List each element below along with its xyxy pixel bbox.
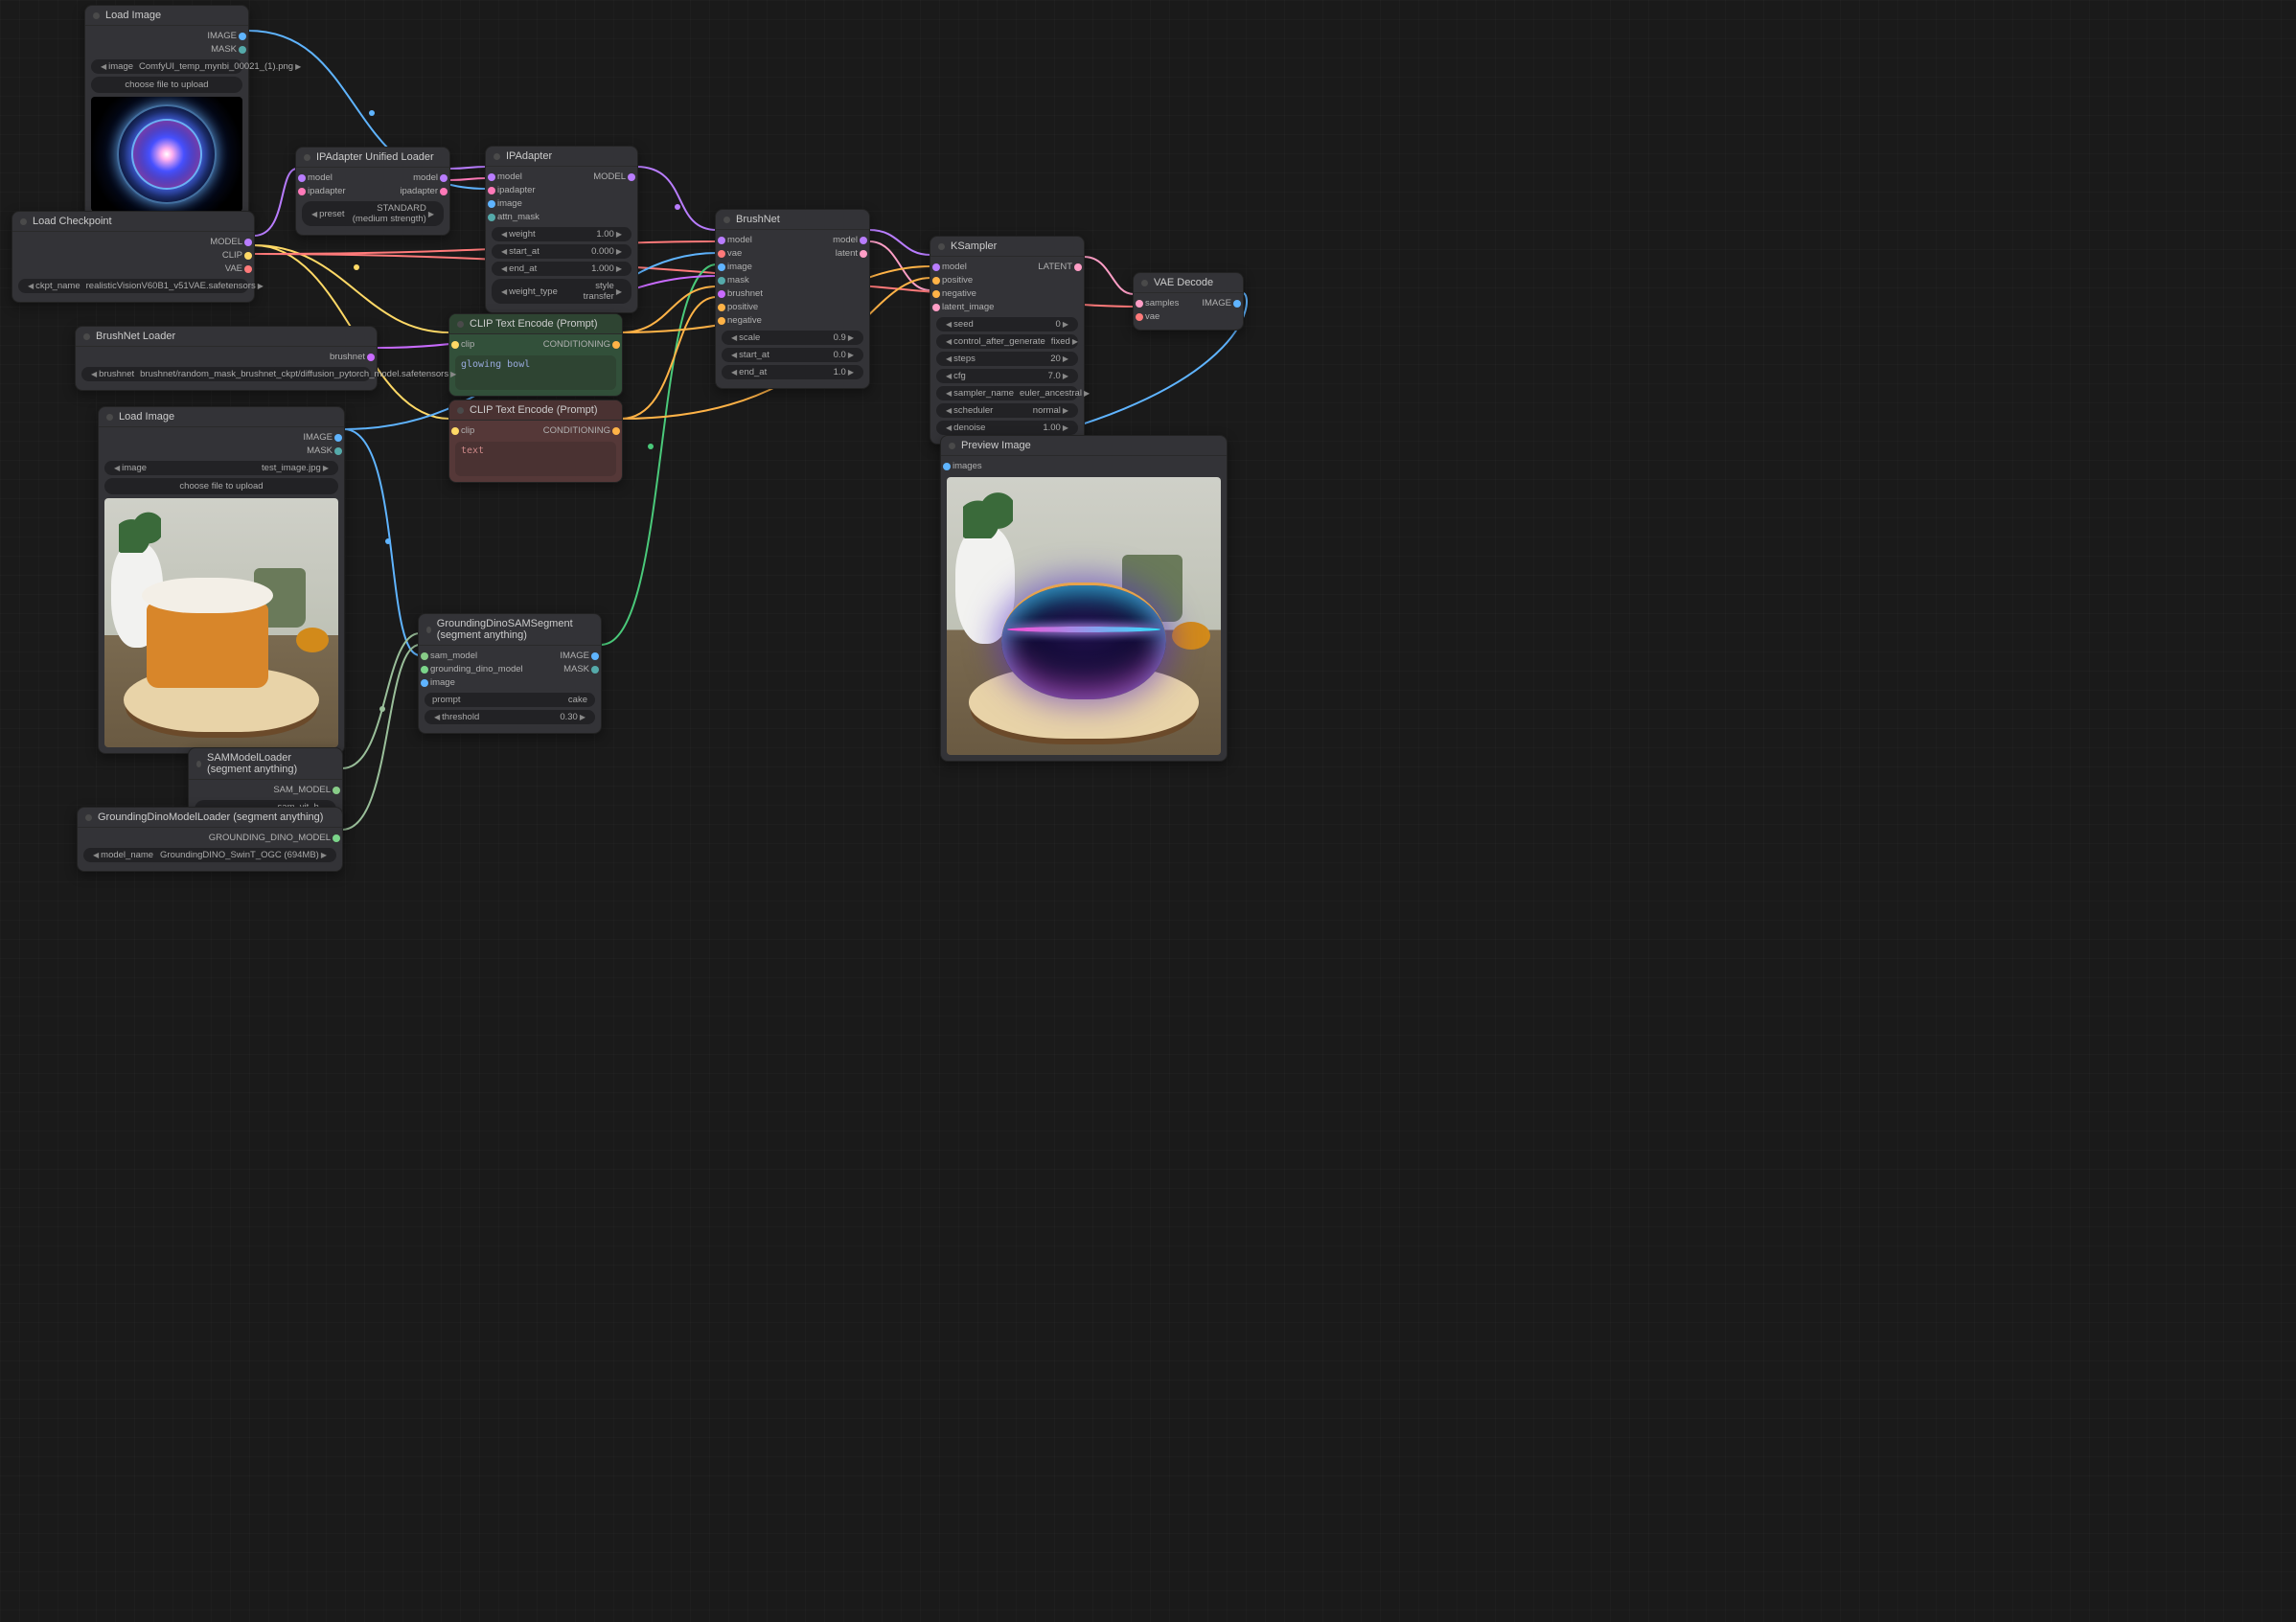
input-sam-model: sam_model <box>425 650 477 663</box>
node-title[interactable]: SAMModelLoader (segment anything) <box>189 748 342 780</box>
end-at-widget[interactable]: ◀end_at1.0▶ <box>722 365 863 379</box>
output-grounding-dino-model: GROUNDING_DINO_MODEL <box>209 832 336 845</box>
output-image: IMAGE <box>1202 297 1237 310</box>
cfg-widget[interactable]: ◀cfg7.0▶ <box>936 369 1078 383</box>
model-name-selector[interactable]: ◀model_nameGroundingDINO_SwinT_OGC (694M… <box>83 848 336 862</box>
node-vae-decode[interactable]: VAE Decode samplesIMAGE vae <box>1133 272 1244 331</box>
input-images: images <box>947 460 982 473</box>
chevron-left-icon[interactable]: ◀ <box>310 210 319 218</box>
input-mask: mask <box>722 274 749 287</box>
node-title[interactable]: BrushNet <box>716 210 869 230</box>
node-brushnet-loader[interactable]: BrushNet Loader brushnet ◀brushnetbrushn… <box>75 326 378 391</box>
weight-type-widget[interactable]: ◀weight_typestyle transfer▶ <box>492 279 631 304</box>
image-selector[interactable]: ◀imageComfyUI_temp_mynbi_00021_(1).png▶ <box>91 59 242 74</box>
input-positive: positive <box>936 274 973 287</box>
control-after-generate-widget[interactable]: ◀control_after_generatefixed▶ <box>936 334 1078 349</box>
prompt-textarea[interactable]: glowing bowl <box>455 355 616 390</box>
output-sam-model: SAM_MODEL <box>273 784 336 797</box>
denoise-widget[interactable]: ◀denoise1.00▶ <box>936 421 1078 435</box>
node-title[interactable]: KSampler <box>930 237 1084 257</box>
prompt-textarea[interactable]: text <box>455 442 616 476</box>
input-positive: positive <box>722 301 758 314</box>
prompt-widget[interactable]: promptcake <box>425 693 595 707</box>
input-model: model <box>302 171 333 185</box>
threshold-widget[interactable]: ◀threshold0.30▶ <box>425 710 595 724</box>
input-model: model <box>722 234 752 247</box>
output-model: MODEL <box>593 171 631 184</box>
chevron-right-icon[interactable]: ▶ <box>293 62 303 71</box>
brushnet-selector[interactable]: ◀brushnetbrushnet/random_mask_brushnet_c… <box>81 367 371 381</box>
chevron-left-icon[interactable]: ◀ <box>26 282 35 290</box>
sampler-name-widget[interactable]: ◀sampler_nameeuler_ancestral▶ <box>936 386 1078 400</box>
node-title[interactable]: Preview Image <box>941 436 1227 456</box>
input-samples: samples <box>1139 297 1179 310</box>
input-negative: negative <box>722 314 762 328</box>
output-latent: LATENT <box>1038 261 1078 274</box>
node-title[interactable]: Load Image <box>85 6 248 26</box>
image-preview-output <box>947 477 1221 755</box>
node-ipadapter-loader[interactable]: IPAdapter Unified Loader modelmodel ipad… <box>295 147 450 236</box>
weight-widget[interactable]: ◀weight1.00▶ <box>492 227 631 241</box>
steps-widget[interactable]: ◀steps20▶ <box>936 352 1078 366</box>
node-preview-image[interactable]: Preview Image images <box>940 435 1228 762</box>
output-image: IMAGE <box>303 431 338 445</box>
seed-widget[interactable]: ◀seed0▶ <box>936 317 1078 331</box>
node-load-image-b[interactable]: Load Image IMAGE MASK ◀imagetest_image.j… <box>98 406 345 754</box>
node-load-checkpoint[interactable]: Load Checkpoint MODEL CLIP VAE ◀ckpt_nam… <box>11 211 255 303</box>
node-title[interactable]: GroundingDinoSAMSegment (segment anythin… <box>419 614 601 646</box>
node-title[interactable]: CLIP Text Encode (Prompt) <box>449 400 622 421</box>
output-ipadapter: ipadapter <box>400 185 444 198</box>
image-selector[interactable]: ◀imagetest_image.jpg▶ <box>104 461 338 475</box>
output-image: IMAGE <box>207 30 242 43</box>
output-brushnet: brushnet <box>330 351 371 364</box>
chevron-right-icon[interactable]: ▶ <box>426 210 436 218</box>
input-image: image <box>722 261 752 274</box>
input-ipadapter: ipadapter <box>302 185 346 198</box>
upload-button[interactable]: choose file to upload <box>104 478 338 494</box>
node-clip-text-encode-positive[interactable]: CLIP Text Encode (Prompt) clipCONDITIONI… <box>448 313 623 397</box>
image-preview-cake <box>104 498 338 747</box>
image-preview-portal <box>91 97 242 212</box>
node-load-image-a[interactable]: Load Image IMAGE MASK ◀imageComfyUI_temp… <box>84 5 249 218</box>
start-at-widget[interactable]: ◀start_at0.000▶ <box>492 244 631 259</box>
chevron-right-icon[interactable]: ▶ <box>256 282 265 290</box>
ckpt-name-selector[interactable]: ◀ckpt_namerealisticVisionV60B1_v51VAE.sa… <box>18 279 248 293</box>
scale-widget[interactable]: ◀scale0.9▶ <box>722 331 863 345</box>
start-at-widget[interactable]: ◀start_at0.0▶ <box>722 348 863 362</box>
node-clip-text-encode-negative[interactable]: CLIP Text Encode (Prompt) clipCONDITIONI… <box>448 400 623 483</box>
node-title[interactable]: IPAdapter Unified Loader <box>296 148 449 168</box>
output-image: IMAGE <box>560 650 595 663</box>
input-image: image <box>425 676 455 690</box>
end-at-widget[interactable]: ◀end_at1.000▶ <box>492 262 631 276</box>
input-ipadapter: ipadapter <box>492 184 536 197</box>
chevron-left-icon[interactable]: ◀ <box>99 62 108 71</box>
input-brushnet: brushnet <box>722 287 763 301</box>
node-brushnet[interactable]: BrushNet modelmodel vaelatent image mask… <box>715 209 870 389</box>
input-model: model <box>492 171 522 184</box>
input-negative: negative <box>936 287 976 301</box>
node-grounding-dino-sam-segment[interactable]: GroundingDinoSAMSegment (segment anythin… <box>418 613 602 734</box>
upload-button[interactable]: choose file to upload <box>91 77 242 93</box>
preset-selector[interactable]: ◀presetSTANDARD (medium strength)▶ <box>302 201 444 226</box>
output-model: MODEL <box>210 236 248 249</box>
node-title[interactable]: GroundingDinoModelLoader (segment anythi… <box>78 808 342 828</box>
input-model: model <box>936 261 967 274</box>
node-title[interactable]: Load Image <box>99 407 344 427</box>
input-image: image <box>492 197 522 211</box>
node-grounding-dino-model-loader[interactable]: GroundingDinoModelLoader (segment anythi… <box>77 807 343 872</box>
node-ksampler[interactable]: KSampler model LATENT positive negative l… <box>930 236 1085 445</box>
input-latent-image: latent_image <box>936 301 994 314</box>
node-title[interactable]: BrushNet Loader <box>76 327 377 347</box>
node-title[interactable]: VAE Decode <box>1134 273 1243 293</box>
input-grounding-dino-model: grounding_dino_model <box>425 663 523 676</box>
output-conditioning: CONDITIONING <box>543 424 616 438</box>
output-conditioning: CONDITIONING <box>543 338 616 352</box>
scheduler-widget[interactable]: ◀schedulernormal▶ <box>936 403 1078 418</box>
input-attn-mask: attn_mask <box>492 211 540 224</box>
node-title[interactable]: Load Checkpoint <box>12 212 254 232</box>
node-title[interactable]: CLIP Text Encode (Prompt) <box>449 314 622 334</box>
node-ipadapter[interactable]: IPAdapter model MODEL ipadapter image att… <box>485 146 638 313</box>
node-title[interactable]: IPAdapter <box>486 147 637 167</box>
